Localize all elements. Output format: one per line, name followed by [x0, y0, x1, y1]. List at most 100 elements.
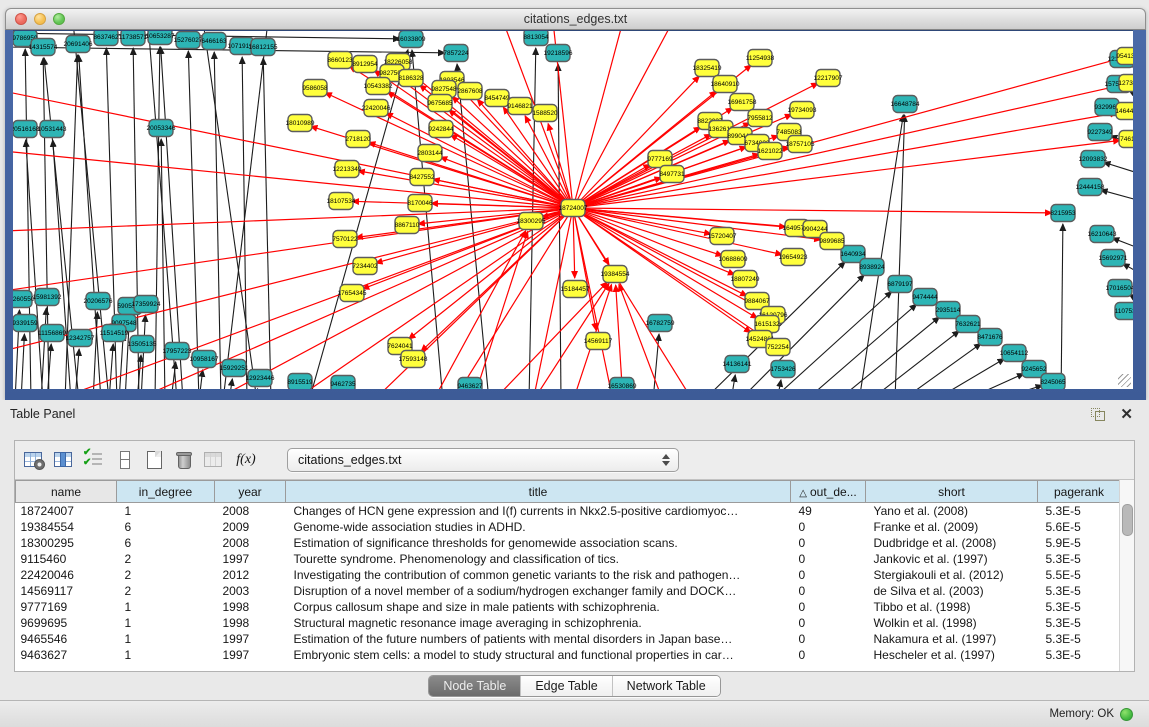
function-builder-icon[interactable]: f(x)	[233, 449, 259, 470]
network-canvas[interactable]: 1872400797869591431557420691406863746211…	[13, 30, 1133, 389]
network-node[interactable]: 8912954	[352, 56, 378, 73]
network-node[interactable]: 2803144	[417, 145, 443, 162]
network-node[interactable]: 18300295	[517, 213, 546, 230]
network-node[interactable]: 12444158	[1076, 179, 1105, 196]
network-node[interactable]: 1273415	[1118, 75, 1133, 92]
scrollbar-thumb[interactable]	[1122, 504, 1133, 536]
network-node[interactable]: 10688609	[719, 251, 748, 268]
network-node[interactable]: 11254938	[746, 50, 775, 67]
tab-network-table[interactable]: Network Table	[612, 676, 720, 696]
network-node[interactable]: 10531443	[38, 121, 67, 138]
network-node[interactable]: 10654112	[1000, 345, 1029, 362]
network-node[interactable]: 19734093	[788, 102, 817, 119]
table-row[interactable]: 2242004622012Investigating the contribut…	[16, 567, 1121, 583]
network-node[interactable]: 18010989	[286, 115, 315, 132]
network-edge[interactable]	[137, 355, 141, 389]
network-node[interactable]: 14315574	[29, 39, 58, 56]
network-edge[interactable]	[418, 208, 573, 224]
network-edge[interactable]	[1101, 190, 1133, 201]
network-node[interactable]: 9899685	[819, 233, 845, 250]
network-node[interactable]: 18640910	[711, 76, 740, 93]
network-node[interactable]: 15184457	[561, 281, 590, 298]
network-node[interactable]: 17654345	[338, 285, 367, 302]
network-node[interactable]: 16782759	[646, 315, 675, 332]
network-node[interactable]: 19384554	[601, 266, 630, 283]
network-node[interactable]: 1464412	[1115, 103, 1133, 120]
network-node[interactable]: 17957223	[163, 343, 192, 360]
network-edge[interactable]	[619, 284, 663, 389]
network-edge[interactable]	[573, 76, 699, 208]
network-node[interactable]: 7632621	[955, 316, 981, 333]
network-edge[interactable]	[731, 375, 735, 389]
column-header-title[interactable]: title	[286, 481, 791, 503]
table-settings-icon[interactable]	[23, 449, 45, 470]
network-node[interactable]: 9339159	[13, 315, 38, 332]
resize-grip-icon[interactable]	[1118, 374, 1131, 387]
network-node[interactable]: 11738571	[119, 31, 148, 46]
network-node[interactable]: 8813054	[523, 31, 549, 46]
network-edge[interactable]	[409, 208, 573, 339]
network-node[interactable]: 12342757	[66, 330, 95, 347]
network-edge[interactable]	[1061, 224, 1063, 389]
network-node[interactable]: 2867608	[457, 83, 483, 100]
network-node[interactable]: 16812155	[249, 39, 278, 56]
network-edge[interactable]	[963, 374, 1024, 389]
network-node[interactable]: 9462735	[330, 376, 356, 390]
network-node[interactable]: 20691406	[64, 36, 93, 53]
network-edge[interactable]	[933, 359, 1005, 389]
network-node[interactable]: 15981392	[33, 289, 62, 306]
network-edge[interactable]	[616, 285, 623, 389]
column-header-short[interactable]: short	[866, 481, 1038, 503]
network-node[interactable]: 15929251	[220, 360, 249, 377]
network-node[interactable]: 8471676	[977, 329, 1003, 346]
network-node[interactable]: 19654923	[779, 249, 808, 266]
column-header-in_degree[interactable]: in_degree	[117, 481, 215, 503]
network-node[interactable]: 6466163	[201, 33, 227, 50]
tab-node-table[interactable]: Node Table	[429, 676, 520, 696]
network-edge[interactable]	[155, 47, 160, 389]
network-node[interactable]: 2935114	[936, 302, 961, 319]
network-node[interactable]: 1621022	[757, 143, 783, 160]
table-column-icon[interactable]	[53, 449, 75, 470]
table-row[interactable]: 969969511998Structural magnetic resonanc…	[16, 615, 1121, 631]
tab-edge-table[interactable]: Edge Table	[520, 676, 611, 696]
network-node[interactable]: 9146821	[507, 98, 533, 115]
network-node[interactable]: 8186328	[398, 70, 424, 87]
table-row[interactable]: 1830029562008Estimation of significance …	[16, 535, 1121, 551]
network-edge[interactable]	[386, 113, 573, 208]
network-node[interactable]: 12213349	[333, 161, 362, 178]
table-row[interactable]: 1456911722003Disruption of a novel membe…	[16, 583, 1121, 599]
network-node[interactable]: 8660123	[327, 52, 353, 69]
network-node[interactable]: 16033809	[397, 31, 426, 48]
network-edge[interactable]	[473, 231, 528, 389]
table-row[interactable]: 946554611997Estimation of the future num…	[16, 631, 1121, 647]
network-edge[interactable]	[573, 59, 1118, 208]
network-edge[interactable]	[21, 334, 24, 389]
network-node[interactable]: 2718120	[345, 131, 371, 148]
network-edge[interactable]	[25, 49, 31, 389]
network-node[interactable]: 9242844	[428, 121, 454, 138]
network-node[interactable]: 17593148	[399, 351, 428, 368]
network-node[interactable]: 15720407	[708, 228, 737, 245]
network-node[interactable]: 8637462	[93, 31, 119, 46]
network-edge[interactable]	[869, 331, 959, 389]
network-node[interactable]: 18807249	[731, 271, 760, 288]
table-row[interactable]: 1938455462009Genome-wide association stu…	[16, 519, 1121, 535]
network-node[interactable]: 7857224	[443, 45, 469, 62]
column-header-out_de[interactable]: △out_de...	[791, 481, 866, 503]
network-node[interactable]: 8497731	[659, 166, 685, 183]
network-node[interactable]: 8867110	[395, 217, 420, 234]
network-node[interactable]: 12093832	[1079, 151, 1108, 168]
network-node[interactable]: 15276027	[174, 32, 203, 49]
network-edge[interactable]	[573, 208, 1052, 213]
network-node[interactable]: 9675685	[427, 95, 453, 112]
network-edge[interactable]	[573, 85, 1120, 208]
network-edge[interactable]	[777, 380, 781, 389]
network-node[interactable]: 18107534	[327, 193, 356, 210]
select-rows-icon[interactable]	[83, 449, 105, 470]
network-node[interactable]: 12923446	[246, 370, 275, 387]
network-node[interactable]: 7955812	[747, 110, 773, 127]
network-edge[interactable]	[1112, 238, 1133, 249]
new-doc-icon[interactable]	[143, 449, 165, 470]
network-node[interactable]: 14136141	[723, 356, 752, 373]
